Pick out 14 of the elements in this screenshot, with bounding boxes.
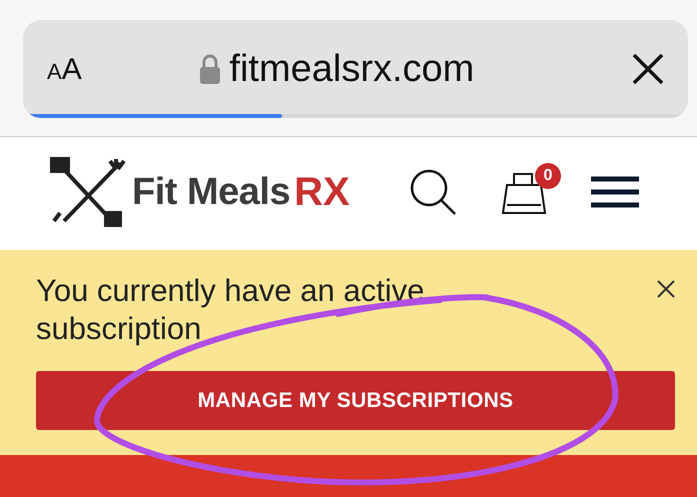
logo-accent-text[interactable]: RX (294, 162, 350, 222)
crossed-utensils-icon (50, 157, 128, 227)
cart-count-badge: 0 (535, 163, 561, 189)
lock-icon (199, 54, 222, 84)
search-icon[interactable] (409, 168, 457, 216)
menu-icon[interactable] (591, 176, 639, 208)
manage-subscriptions-button[interactable]: MANAGE MY SUBSCRIPTIONS (36, 371, 675, 430)
text-size-button[interactable]: AA (23, 46, 82, 92)
notice-message: You currently have an active subscription (36, 272, 426, 348)
close-icon[interactable] (632, 53, 664, 85)
address-bar[interactable]: AA fitmealsrx.com (23, 20, 688, 118)
logo-text[interactable]: Fit Meals (132, 164, 290, 220)
url-text: fitmealsrx.com (229, 46, 474, 92)
close-icon[interactable] (657, 280, 675, 298)
